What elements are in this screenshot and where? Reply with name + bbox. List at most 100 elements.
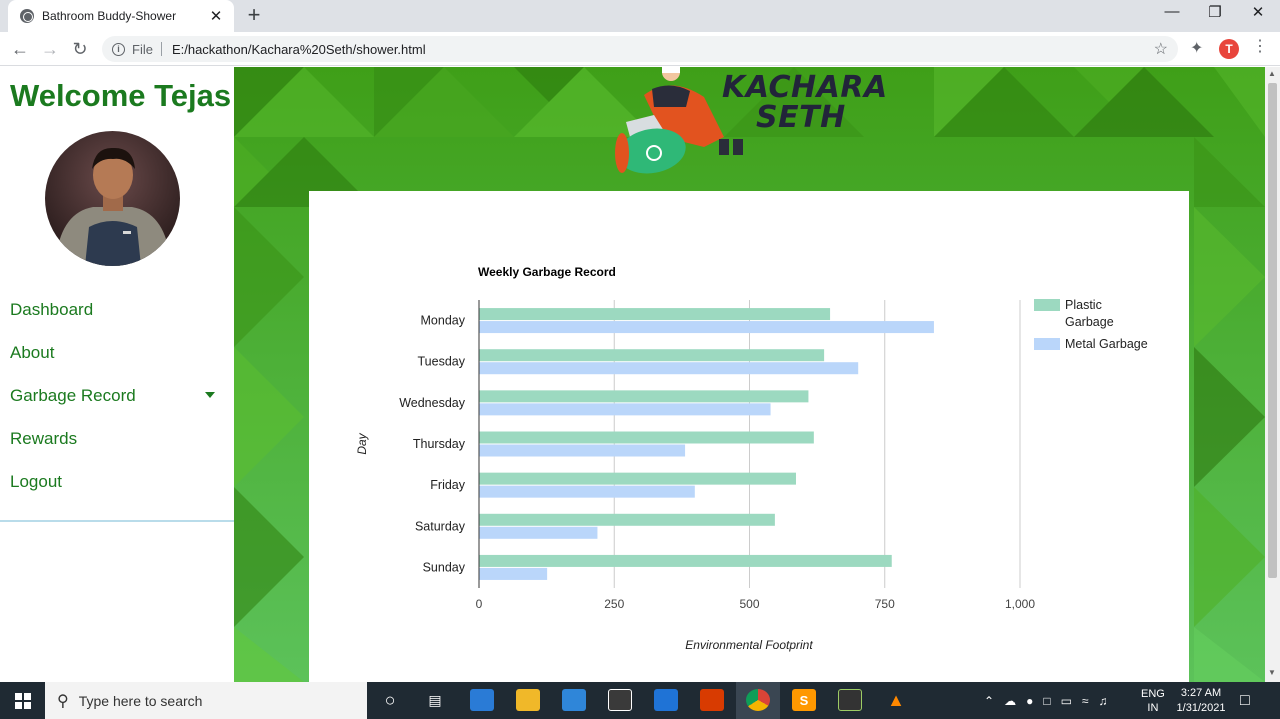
y-category-label: Thursday [413, 437, 466, 451]
y-category-label: Sunday [423, 560, 466, 574]
y-category-label: Wednesday [399, 396, 466, 410]
clock-date: 1/31/2021 [1176, 701, 1226, 714]
bar-metal-garbage [479, 403, 771, 416]
bar-metal-garbage [479, 362, 859, 375]
scroll-thumb[interactable] [1268, 83, 1277, 578]
url-field[interactable]: i File E:/hackathon/Kachara%20Seth/showe… [102, 36, 1178, 62]
scroll-down-icon[interactable]: ▼ [1268, 668, 1276, 677]
sublime-icon[interactable]: S [792, 689, 816, 711]
chart-title: Weekly Garbage Record [478, 265, 616, 279]
notification-icon[interactable]: □ [1240, 682, 1250, 719]
more-menu-icon[interactable]: ⋮ [1252, 38, 1268, 56]
avatar [45, 131, 180, 266]
browser-tab[interactable]: Bathroom Buddy-Shower ✕ [8, 0, 234, 32]
bar-plastic-garbage [479, 308, 831, 321]
system-tray: ⌃ ☁ ● □ ▭ ≈ ♫ [984, 682, 1108, 719]
y-axis-label: Day [355, 432, 369, 454]
mic-icon[interactable]: ● [1026, 694, 1033, 708]
mail-icon[interactable] [654, 689, 678, 711]
search-placeholder: Type here to search [78, 692, 203, 709]
x-tick-label: 0 [476, 597, 483, 611]
bar-metal-garbage [479, 321, 934, 334]
bookmark-star-icon[interactable]: ☆ [1154, 39, 1168, 59]
bar-metal-garbage [479, 567, 548, 580]
nav-about[interactable]: About [10, 343, 54, 363]
forward-icon[interactable]: → [39, 38, 61, 60]
x-tick-label: 1,000 [1005, 597, 1035, 611]
extensions-puzzle-icon[interactable]: ✦ [1190, 38, 1203, 58]
vlc-icon[interactable]: ▲ [884, 689, 908, 711]
nav-logout[interactable]: Logout [10, 472, 62, 492]
windows-start-icon[interactable] [0, 682, 45, 719]
nav-garbage-record[interactable]: Garbage Record [10, 386, 136, 406]
nav-rewards[interactable]: Rewards [10, 429, 77, 449]
scroll-up-icon[interactable]: ▲ [1268, 69, 1276, 78]
page-scrollbar[interactable]: ▲ ▼ [1265, 67, 1280, 682]
sidebar-divider [0, 520, 234, 522]
chart-card: Weekly Garbage Record 0 250 500 750 1,000 Mon… [309, 191, 1189, 682]
welcome-heading: Welcome Tejas [10, 78, 232, 113]
file-explorer-icon[interactable] [516, 689, 540, 711]
minimize-icon[interactable]: — [1157, 3, 1187, 20]
legend-swatch [1034, 338, 1060, 350]
windows-taskbar: ⚲ Type here to search ○ ▤ S ▲ ⌃ ☁ ● □ ▭ … [0, 682, 1280, 719]
y-category-label: Tuesday [418, 355, 466, 369]
bar-metal-garbage [479, 485, 695, 498]
git-icon[interactable] [838, 689, 862, 711]
cortana-icon[interactable]: ○ [378, 689, 402, 711]
cloud-icon[interactable]: ☁ [1004, 694, 1016, 708]
clock-time: 3:27 AM [1180, 686, 1222, 699]
clock[interactable]: 3:27 AM 1/31/2021 [1176, 682, 1226, 719]
address-bar: ← → ↻ i File E:/hackathon/Kachara%20Seth… [0, 32, 1280, 66]
bar-plastic-garbage [479, 513, 775, 526]
x-tick-label: 500 [739, 597, 759, 611]
battery-icon[interactable]: ▭ [1061, 694, 1072, 708]
volume-icon[interactable]: ♫ [1099, 694, 1108, 708]
bar-plastic-garbage [479, 349, 825, 362]
bar-plastic-garbage [479, 472, 796, 485]
y-category-label: Saturday [415, 519, 466, 533]
tab-close-icon[interactable]: ✕ [208, 7, 224, 25]
chevron-down-icon[interactable] [205, 392, 215, 398]
back-icon[interactable]: ← [9, 38, 31, 60]
nav-dashboard[interactable]: Dashboard [10, 300, 93, 320]
reload-icon[interactable]: ↻ [69, 38, 91, 60]
window-close-icon[interactable]: ✕ [1243, 3, 1273, 21]
pc-icon[interactable] [562, 689, 586, 711]
lang-top: ENG [1141, 687, 1165, 700]
legend-label: Metal Garbage [1065, 337, 1148, 351]
language-indicator[interactable]: ENG IN [1141, 682, 1165, 719]
y-category-label: Friday [430, 478, 465, 492]
new-tab-button[interactable]: + [244, 4, 264, 26]
chrome-icon[interactable] [746, 689, 770, 711]
legend-label: Garbage [1065, 315, 1114, 329]
tray-chevron-up-icon[interactable]: ⌃ [984, 694, 994, 708]
y-category-label: Monday [421, 314, 466, 328]
bar-metal-garbage [479, 526, 598, 539]
bar-metal-garbage [479, 444, 686, 457]
sidebar: Welcome Tejas Dashboard About Garbage Re… [0, 67, 234, 682]
app-window-icon[interactable] [470, 689, 494, 711]
profile-avatar[interactable]: T [1219, 39, 1239, 59]
logo-line-2: SETH [756, 100, 846, 135]
bar-plastic-garbage [479, 554, 892, 567]
task-view-icon[interactable]: ▤ [423, 689, 447, 711]
office-icon[interactable] [700, 689, 724, 711]
camera-icon[interactable]: □ [1043, 694, 1050, 708]
info-icon[interactable]: i [112, 42, 125, 56]
x-tick-label: 250 [604, 597, 624, 611]
tab-strip: Bathroom Buddy-Shower ✕ + — ❐ ✕ [0, 0, 1280, 32]
file-label: File [132, 41, 153, 57]
logo-line-1: KACHARA [722, 70, 888, 105]
legend-label: Plastic [1065, 298, 1102, 312]
logo-text: KACHARA SETH [722, 73, 888, 133]
divider [160, 42, 162, 56]
bar-plastic-garbage [479, 390, 809, 403]
url-text[interactable]: E:/hackathon/Kachara%20Seth/shower.html [172, 42, 426, 57]
taskbar-search-input[interactable]: ⚲ Type here to search [45, 682, 367, 719]
bar-plastic-garbage [479, 431, 814, 444]
store-icon[interactable] [608, 689, 632, 711]
wifi-icon[interactable]: ≈ [1082, 694, 1089, 708]
globe-icon [20, 9, 34, 23]
restore-icon[interactable]: ❐ [1200, 3, 1230, 21]
